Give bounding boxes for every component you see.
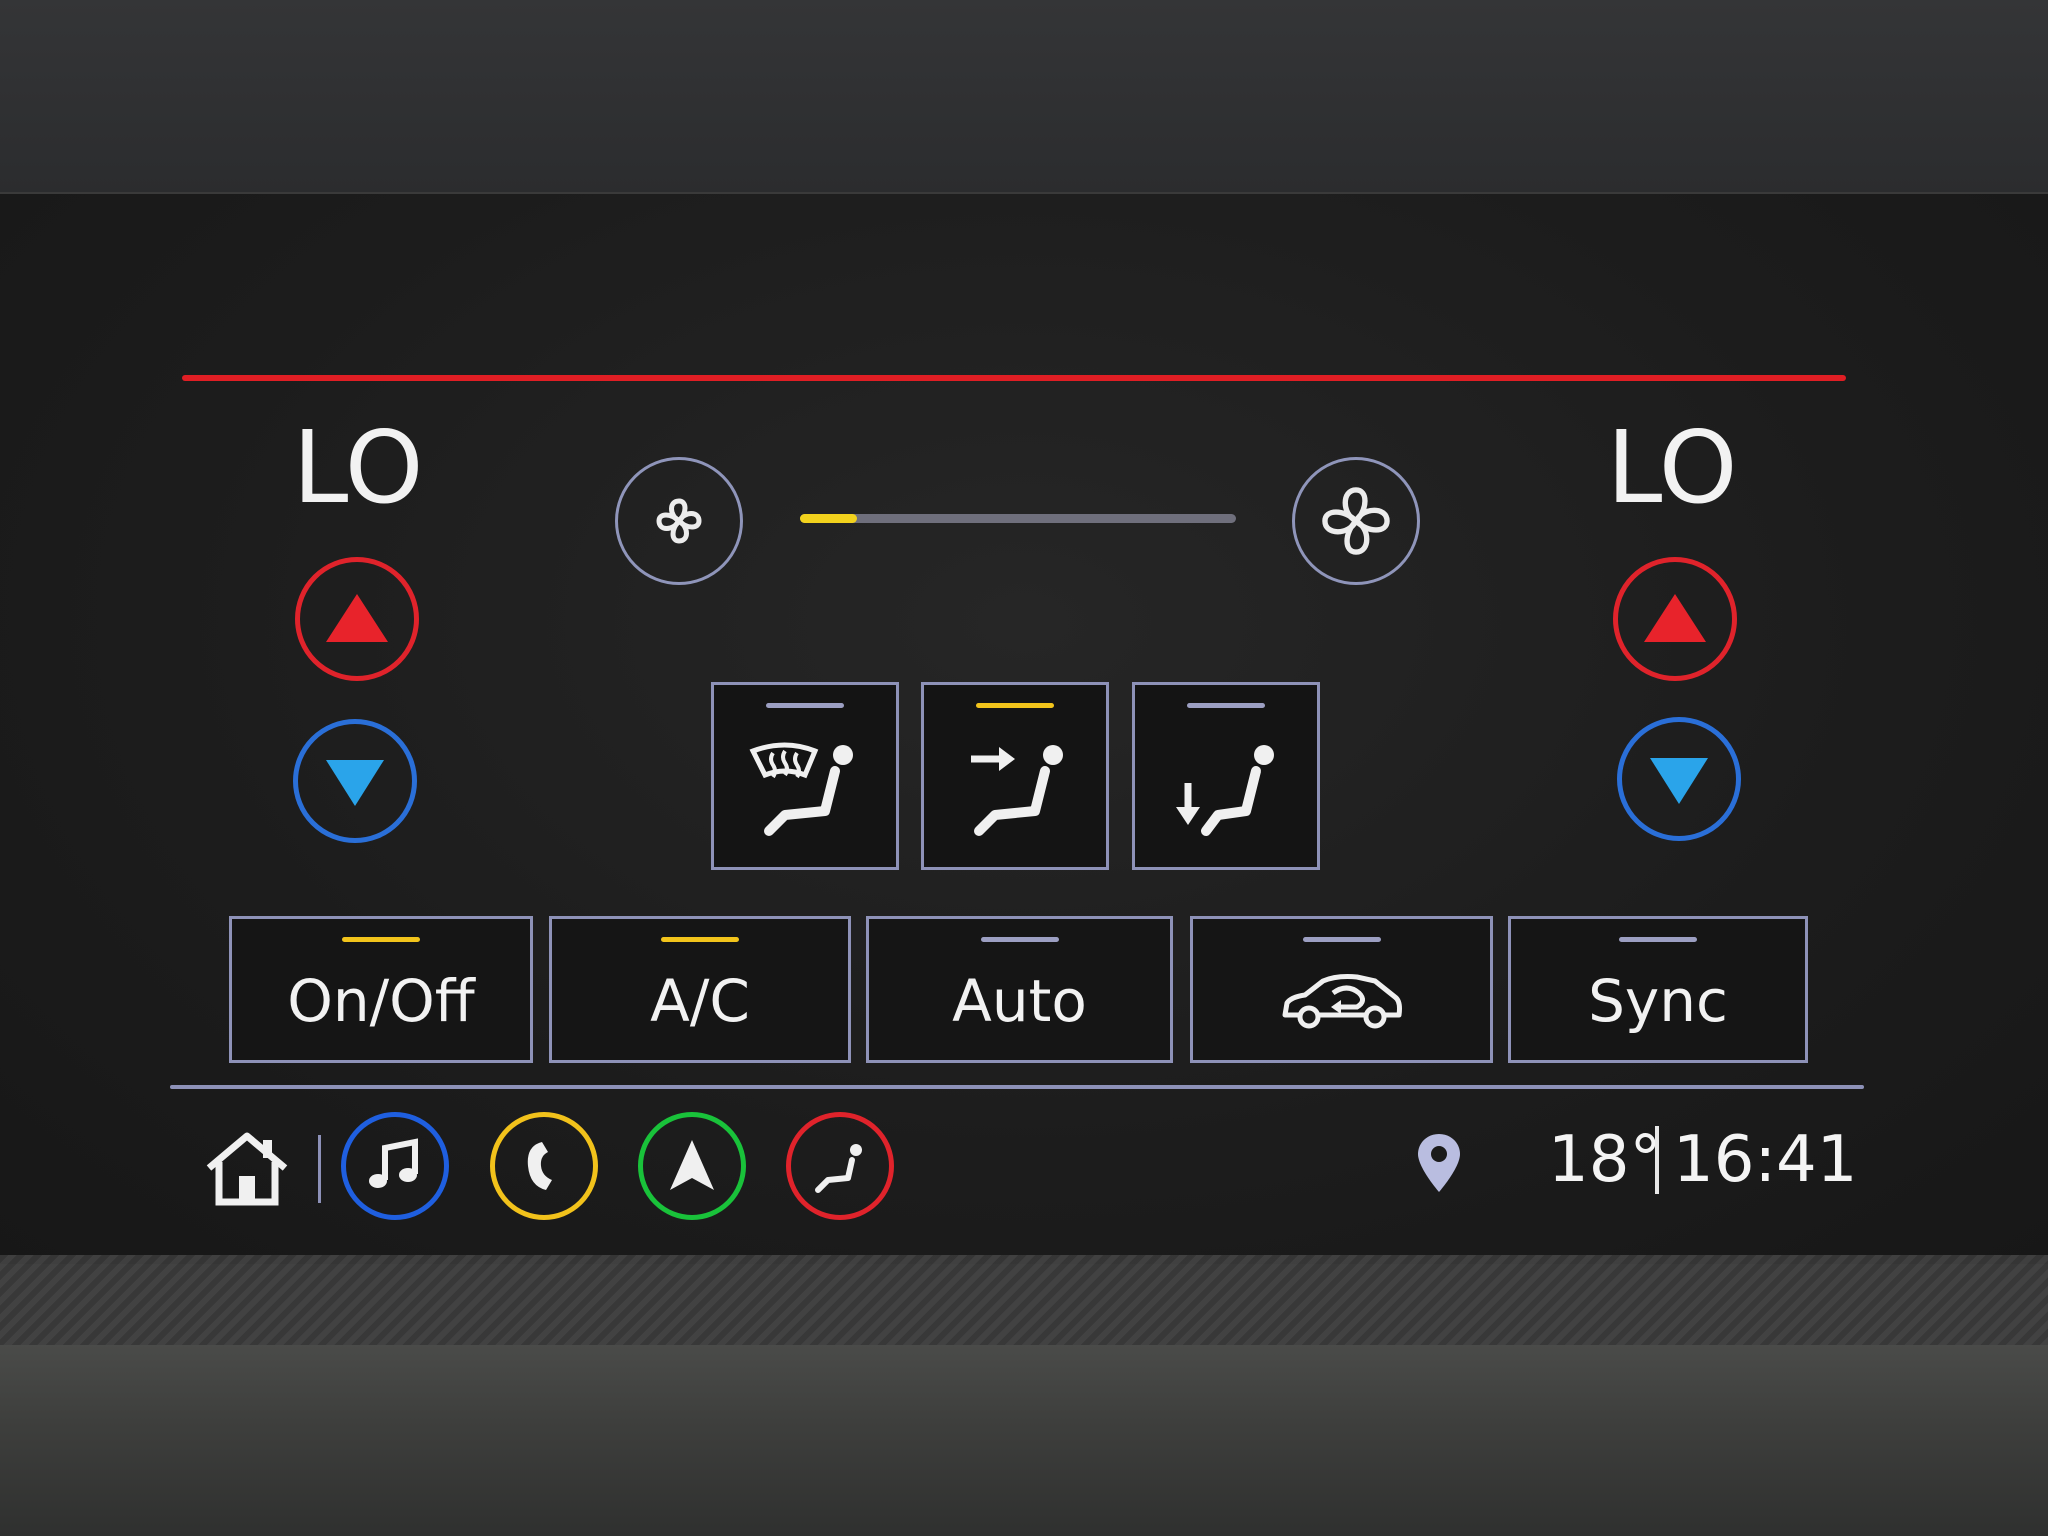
button-indicator: [661, 937, 739, 942]
navigation-arrow-icon: [670, 1140, 714, 1190]
auto-button[interactable]: Auto: [866, 916, 1173, 1063]
floor-vent-icon: [1176, 745, 1274, 836]
location-pin-icon: [1418, 1134, 1460, 1192]
triangle-down-icon: [326, 760, 384, 806]
floor-vent-mode-button[interactable]: [1132, 682, 1320, 870]
fan-small-icon: [656, 498, 702, 544]
fan-increase-button[interactable]: [1292, 457, 1420, 585]
fan-speed-level: [800, 514, 857, 523]
dashboard-bezel-bottom: [0, 1345, 2048, 1536]
defrost-mode-button[interactable]: [711, 682, 899, 870]
sync-label: Sync: [1588, 966, 1728, 1035]
button-indicator: [1302, 937, 1381, 942]
face-vent-icon: [971, 745, 1063, 836]
seat-climate-icon: [815, 1144, 862, 1193]
music-note-icon: [369, 1138, 418, 1188]
phone-icon: [527, 1142, 552, 1190]
windshield-defrost-icon: [749, 742, 853, 836]
button-indicator: [342, 937, 420, 942]
triangle-down-icon: [1650, 758, 1708, 804]
media-button[interactable]: [341, 1112, 449, 1220]
recirculation-button[interactable]: [1190, 916, 1493, 1063]
left-temp-up-button[interactable]: [295, 557, 419, 681]
dashboard-bezel-top: [0, 0, 2048, 195]
sync-button[interactable]: Sync: [1508, 916, 1808, 1063]
home-icon: [206, 1132, 288, 1206]
mode-indicator: [1187, 703, 1265, 708]
ac-label: A/C: [650, 966, 750, 1035]
left-temperature: LO: [292, 409, 424, 526]
status-separator: [1655, 1126, 1659, 1194]
navigation-button[interactable]: [638, 1112, 746, 1220]
on-off-button[interactable]: On/Off: [229, 916, 533, 1063]
on-off-label: On/Off: [287, 966, 475, 1035]
recirculation-icon: [1282, 973, 1402, 1028]
nav-separator: [318, 1135, 321, 1203]
mode-indicator: [766, 703, 844, 708]
outside-temperature: 18°: [1548, 1123, 1662, 1197]
auto-label: Auto: [952, 966, 1087, 1035]
triangle-up-icon: [326, 594, 388, 642]
button-indicator: [1619, 937, 1697, 942]
ac-button[interactable]: A/C: [549, 916, 851, 1063]
right-temp-down-button[interactable]: [1617, 717, 1741, 841]
dashboard-trim: [0, 1255, 2048, 1350]
face-vent-mode-button[interactable]: [921, 682, 1109, 870]
location-button[interactable]: [1414, 1132, 1464, 1194]
button-indicator: [980, 937, 1059, 942]
fan-large-icon: [1322, 487, 1390, 555]
left-temp-down-button[interactable]: [293, 719, 417, 843]
climate-button[interactable]: [786, 1112, 894, 1220]
right-temp-up-button[interactable]: [1613, 557, 1737, 681]
fan-speed-slider[interactable]: [800, 514, 1236, 523]
home-button[interactable]: [205, 1130, 289, 1206]
phone-button[interactable]: [490, 1112, 598, 1220]
fan-decrease-button[interactable]: [615, 457, 743, 585]
right-temperature: LO: [1606, 409, 1738, 526]
mode-indicator: [976, 703, 1054, 708]
status-bar-divider: [170, 1085, 1864, 1089]
clock: 16:41: [1673, 1123, 1858, 1197]
climate-accent-line: [182, 375, 1846, 381]
triangle-up-icon: [1644, 594, 1706, 642]
